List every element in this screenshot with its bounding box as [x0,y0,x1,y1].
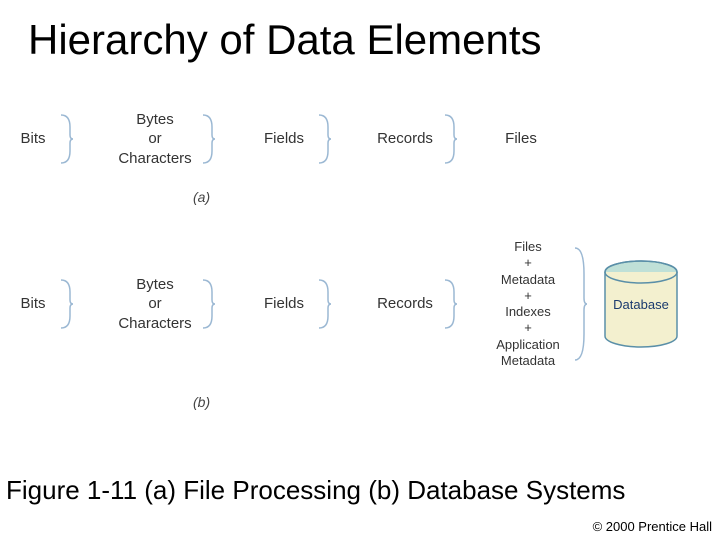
row-b: Bits Bytes or Characters Fields Records … [10,224,710,384]
row-a: Bits Bytes or Characters Fields Records … [10,84,710,194]
cell-records-a: Records [370,129,440,149]
database-label: Database [613,297,669,312]
cell-fields-a: Fields [254,129,314,149]
row-a-label: (a) [193,189,210,205]
row-b-label: (b) [193,394,210,410]
bracket-icon [574,244,588,364]
bracket-icon [60,113,74,165]
cell-files-meta-b: Files + Metadata + Indexes + Application… [486,239,570,369]
cell-bits-a: Bits [10,129,56,149]
cell-files-a: Files [496,129,546,149]
cell-bytes-b: Bytes or Characters [112,275,198,334]
database-cylinder-icon: Database [602,259,680,349]
bracket-icon [318,278,332,330]
page-title: Hierarchy of Data Elements [0,0,720,64]
figure-caption: Figure 1-11 (a) File Processing (b) Data… [0,475,720,506]
bracket-icon [202,113,216,165]
bracket-icon [444,113,458,165]
diagram-area: Bits Bytes or Characters Fields Records … [0,84,720,444]
cell-bits-b: Bits [10,294,56,314]
cell-bytes-a: Bytes or Characters [112,110,198,169]
bracket-icon [318,113,332,165]
bracket-icon [444,278,458,330]
bracket-icon [60,278,74,330]
bracket-icon [202,278,216,330]
cell-fields-b: Fields [254,294,314,314]
cell-records-b: Records [370,294,440,314]
copyright-text: © 2000 Prentice Hall [593,519,712,534]
